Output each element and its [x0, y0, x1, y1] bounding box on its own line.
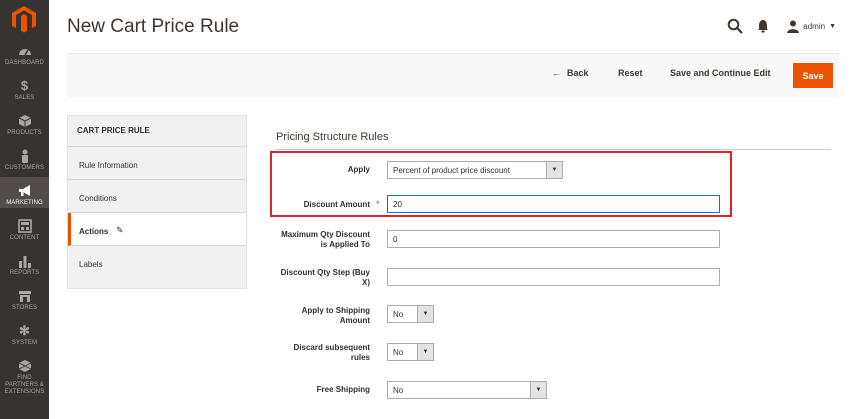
admin-sidebar: DASHBOARD $ SALES PRODUCTS CUSTOMERS MAR…	[0, 0, 49, 419]
user-icon	[787, 20, 800, 33]
section-divider	[276, 149, 831, 150]
qty-step-label: Discount Qty Step (Buy X)	[280, 268, 370, 287]
search-icon[interactable]	[727, 18, 744, 34]
reset-button[interactable]: Reset	[618, 68, 643, 78]
megaphone-icon	[18, 185, 30, 196]
magento-logo[interactable]	[11, 5, 37, 33]
select-arrow-icon: ▼	[530, 382, 546, 398]
nav-sales[interactable]: $ SALES	[0, 79, 49, 104]
apply-select[interactable]: Percent of product price discount ▼	[387, 161, 563, 179]
store-icon	[18, 291, 31, 302]
dashboard-icon	[18, 49, 31, 56]
user-name: admin	[803, 21, 826, 31]
select-arrow-icon: ▼	[546, 162, 562, 178]
nav-products[interactable]: PRODUCTS	[0, 114, 49, 139]
nav-dashboard[interactable]: DASHBOARD	[0, 44, 49, 69]
page-title: New Cart Price Rule	[67, 16, 240, 37]
free-shipping-select[interactable]: No ▼	[387, 381, 547, 399]
back-button[interactable]: ← Back	[552, 68, 589, 78]
apply-shipping-label: Apply to Shipping Amount	[301, 306, 370, 325]
nav-customers[interactable]: CUSTOMERS	[0, 149, 49, 174]
qty-step-input[interactable]	[387, 268, 720, 286]
discard-rules-select[interactable]: No ▼	[387, 343, 434, 361]
tab-rule-information[interactable]: Rule Information	[68, 147, 246, 180]
save-button[interactable]: Save	[793, 63, 833, 88]
discount-amount-label: Discount Amount	[303, 200, 370, 209]
layout-icon	[17, 219, 32, 233]
apply-label: Apply	[347, 165, 370, 174]
caret-down-icon: ▼	[829, 22, 836, 30]
max-qty-input[interactable]: 0	[387, 230, 720, 248]
nav-content[interactable]: CONTENT	[0, 219, 49, 244]
nav-system[interactable]: ✻ SYSTEM	[0, 324, 49, 349]
free-shipping-label: Free Shipping	[316, 385, 370, 394]
arrow-left-icon: ←	[552, 68, 561, 78]
select-arrow-icon: ▼	[417, 306, 433, 322]
pencil-icon: ✎	[116, 225, 124, 235]
nav-reports[interactable]: REPORTS	[0, 254, 49, 279]
select-arrow-icon: ▼	[417, 344, 433, 360]
bar-chart-icon	[18, 256, 31, 268]
page-actions-bar: ← Back Reset Save and Continue Edit Save	[67, 53, 839, 97]
gear-icon: ✻	[19, 323, 30, 338]
apply-shipping-select[interactable]: No ▼	[387, 305, 434, 323]
header-actions: admin ▼	[727, 14, 836, 38]
nav-marketing[interactable]: MARKETING	[0, 177, 49, 208]
tabs-header: CART PRICE RULE	[68, 116, 246, 147]
discount-amount-input[interactable]: 20	[387, 195, 720, 213]
tab-actions[interactable]: Actions ✎	[68, 213, 246, 246]
required-asterisk: *	[376, 199, 380, 209]
nav-find-partners[interactable]: FIND PARTNERS & EXTENSIONS	[0, 359, 49, 395]
max-qty-label: Maximum Qty Discount is Applied To	[281, 230, 370, 249]
rule-tabs: CART PRICE RULE Rule Information Conditi…	[67, 115, 247, 289]
tab-labels[interactable]: Labels	[68, 246, 246, 279]
discard-rules-label: Discard subsequent rules	[293, 343, 370, 362]
bell-icon[interactable]	[757, 19, 769, 33]
tab-conditions[interactable]: Conditions	[68, 180, 246, 213]
section-title: Pricing Structure Rules	[276, 131, 389, 143]
save-and-continue-button[interactable]: Save and Continue Edit	[670, 68, 771, 78]
nav-stores[interactable]: STORES	[0, 289, 49, 314]
box-icon	[18, 360, 31, 372]
user-menu[interactable]: admin ▼	[787, 20, 836, 33]
cube-icon	[18, 115, 31, 127]
dollar-icon: $	[20, 78, 29, 93]
person-icon	[21, 149, 28, 163]
